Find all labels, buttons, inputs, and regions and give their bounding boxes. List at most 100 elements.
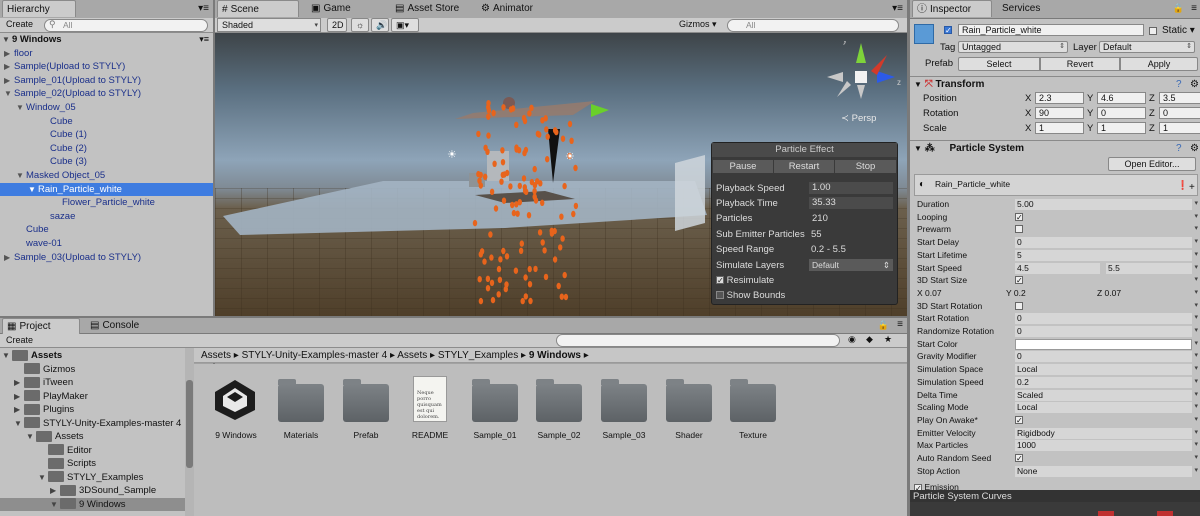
curve-mode-dropdown-icon[interactable]: ▾ bbox=[1194, 439, 1198, 452]
axis-label-x[interactable]: X bbox=[1025, 108, 1031, 119]
object-name-field[interactable]: Rain_Particle_white bbox=[958, 24, 1144, 36]
expand-down-icon[interactable]: ▼ bbox=[28, 183, 38, 197]
particle-setting-value[interactable]: 0 bbox=[1015, 351, 1192, 363]
open-editor-button[interactable]: Open Editor... bbox=[1108, 157, 1196, 171]
curve-mode-dropdown-icon[interactable]: ▾ bbox=[1194, 376, 1198, 389]
hierarchy-item[interactable]: Cube bbox=[0, 223, 213, 237]
light-icon[interactable]: ☀ bbox=[565, 150, 575, 163]
lock-icon[interactable]: 🔒 bbox=[878, 320, 889, 331]
particle-module-header[interactable]: ◐ Rain_Particle_white ❗ + bbox=[914, 174, 1198, 196]
particle-setting-checkbox[interactable] bbox=[1015, 301, 1023, 310]
curve-mode-dropdown-icon[interactable]: ▾ bbox=[1194, 363, 1198, 376]
curve-mode-dropdown-icon[interactable]: ▾ bbox=[1194, 287, 1198, 300]
axis-label-z[interactable]: Z bbox=[1149, 123, 1155, 134]
static-checkbox[interactable] bbox=[1149, 26, 1157, 37]
prefab-apply-button[interactable]: Apply bbox=[1120, 57, 1198, 71]
curve-mode-dropdown-icon[interactable]: ▾ bbox=[1194, 262, 1198, 275]
transform-x-field[interactable]: 2.3 bbox=[1035, 92, 1084, 104]
light-icon[interactable]: ☀ bbox=[447, 148, 457, 161]
hierarchy-item[interactable]: Cube (2) bbox=[0, 142, 213, 156]
hierarchy-search-input[interactable]: All bbox=[44, 19, 208, 32]
breadcrumb-item[interactable]: STYLY-Unity-Examples-master 4 bbox=[242, 350, 388, 361]
particle-setting-value[interactable]: 1000 bbox=[1015, 440, 1192, 452]
hierarchy-item[interactable]: ▼ Masked Object_05 bbox=[0, 169, 213, 183]
expand-down-icon[interactable]: ▼ bbox=[16, 169, 26, 183]
project-create-button[interactable]: Create ▾ bbox=[2, 334, 40, 358]
start-size-z-field[interactable]: Z 0.07 bbox=[1097, 287, 1121, 300]
resimulate-toggle[interactable]: ✓ Resimulate bbox=[716, 275, 774, 286]
curve-mode-dropdown-icon[interactable]: ▾ bbox=[1194, 223, 1198, 236]
tree-scrollbar[interactable] bbox=[185, 348, 194, 516]
stop-button[interactable]: Stop bbox=[835, 160, 896, 173]
static-label[interactable]: Static ▾ bbox=[1162, 25, 1195, 36]
breadcrumb-item[interactable]: STYLY_Examples bbox=[438, 350, 518, 361]
tab-animator[interactable]: ⚙ Animator bbox=[477, 0, 557, 17]
tag-dropdown[interactable]: Untagged ⇕ bbox=[958, 41, 1068, 53]
curve-mode-dropdown-icon[interactable]: ▾ bbox=[1194, 389, 1198, 402]
expand-icon[interactable]: ▼ bbox=[14, 417, 24, 431]
curve-mode-dropdown-icon[interactable]: ▾ bbox=[1194, 211, 1198, 224]
prefab-revert-button[interactable]: Revert bbox=[1040, 57, 1120, 71]
scene-root[interactable]: ▼ 9 Windows ▾≡ bbox=[0, 33, 213, 47]
restart-button[interactable]: Restart bbox=[774, 160, 834, 173]
tab-inspector[interactable]: ⓘ Inspector bbox=[912, 0, 992, 17]
axis-label-x[interactable]: X bbox=[1025, 123, 1031, 134]
active-checkbox[interactable]: ✓ bbox=[944, 25, 952, 36]
scrollbar-thumb[interactable] bbox=[186, 380, 193, 468]
particle-setting-value[interactable]: Rigidbody bbox=[1015, 427, 1192, 439]
folder-icon[interactable] bbox=[278, 379, 324, 422]
particle-setting-value[interactable]: 0 bbox=[1015, 313, 1192, 325]
hierarchy-item[interactable]: ▶ Sample_03(Upload to STYLY) bbox=[0, 251, 213, 265]
particle-setting-checkbox[interactable]: ✓ bbox=[1015, 454, 1023, 463]
expand-icon[interactable]: ▶ bbox=[14, 376, 24, 390]
expand-right-icon[interactable]: ▶ bbox=[4, 60, 14, 74]
project-tree-item[interactable]: ▶ 3DSound_Sample bbox=[0, 484, 185, 498]
folder-icon[interactable] bbox=[536, 379, 582, 422]
scene-search-input[interactable]: All bbox=[727, 19, 899, 32]
scene-orientation-gizmo[interactable]: y z bbox=[821, 41, 903, 121]
hierarchy-item[interactable]: ▼ Sample_02(Upload to STYLY) bbox=[0, 87, 213, 101]
axis-label-z[interactable]: Z bbox=[1149, 108, 1155, 119]
breadcrumb-item[interactable]: 9 Windows bbox=[529, 350, 581, 361]
transform-z-field[interactable]: 0 bbox=[1159, 107, 1200, 119]
expand-right-icon[interactable]: ▶ bbox=[4, 251, 14, 265]
expand-icon[interactable]: ▶ bbox=[14, 390, 24, 404]
curve-mode-dropdown-icon[interactable]: ▾ bbox=[1194, 236, 1198, 249]
folder-icon[interactable] bbox=[601, 379, 647, 422]
hierarchy-item[interactable]: ▼ Window_05 bbox=[0, 101, 213, 115]
curve-mode-dropdown-icon[interactable]: ▾ bbox=[1194, 198, 1198, 211]
help-icon[interactable]: ? bbox=[1176, 79, 1182, 90]
breadcrumb-item[interactable]: Assets bbox=[201, 350, 231, 361]
project-tree-item[interactable]: ▼ STYLY_Examples bbox=[0, 471, 185, 485]
project-tree-item[interactable]: ▼ STYLY-Unity-Examples-master 4 bbox=[0, 417, 185, 431]
tab-console[interactable]: ▤ Console bbox=[86, 318, 156, 334]
particle-setting-value[interactable]: 4.5 bbox=[1015, 262, 1100, 274]
scene-viewport[interactable]: ☀ ☀ y z ≺ Persp Particle Effect Pause Re… bbox=[215, 33, 907, 316]
particle-setting-value[interactable]: 5.00 bbox=[1015, 199, 1192, 210]
tab-asset-store[interactable]: ▤ Asset Store bbox=[391, 0, 471, 17]
transform-z-field[interactable]: 3.5 bbox=[1159, 92, 1200, 104]
curve-mode-dropdown-icon[interactable]: ▾ bbox=[1194, 350, 1198, 363]
panel-menu-icon[interactable]: ≡ bbox=[1191, 3, 1197, 14]
axis-label-x[interactable]: X bbox=[1025, 93, 1031, 104]
panel-menu-icon[interactable]: ▾≡ bbox=[198, 3, 209, 14]
help-icon[interactable]: ? bbox=[1176, 143, 1182, 154]
show-bounds-toggle[interactable]: Show Bounds bbox=[716, 290, 785, 301]
folder-icon[interactable] bbox=[472, 379, 518, 422]
particle-setting-value[interactable]: 0 bbox=[1015, 326, 1192, 337]
particle-setting-value[interactable]: None bbox=[1015, 465, 1192, 477]
project-tree-item[interactable]: ▶ Plugins bbox=[0, 403, 185, 417]
expand-icon[interactable]: ▶ bbox=[14, 403, 24, 417]
expand-down-icon[interactable]: ▼ bbox=[4, 87, 14, 101]
expand-icon[interactable]: ▼ bbox=[26, 430, 36, 444]
curve-mode-dropdown-icon[interactable]: ▾ bbox=[1194, 338, 1198, 351]
hierarchy-item[interactable]: ▶ Sample_01(Upload to STYLY) bbox=[0, 74, 213, 88]
project-tree-item[interactable]: ▼ 9 Windows bbox=[0, 497, 185, 512]
shading-dropdown[interactable]: Shaded ▾ bbox=[217, 18, 321, 32]
curve-mode-dropdown-icon[interactable]: ▾ bbox=[1194, 274, 1198, 287]
axis-label-y[interactable]: Y bbox=[1087, 108, 1093, 119]
tab-services[interactable]: Services bbox=[998, 0, 1062, 17]
audio-toggle-icon[interactable]: 🔊 bbox=[371, 18, 389, 32]
expand-right-icon[interactable]: ▶ bbox=[4, 74, 14, 88]
transform-x-field[interactable]: 1 bbox=[1035, 122, 1084, 134]
